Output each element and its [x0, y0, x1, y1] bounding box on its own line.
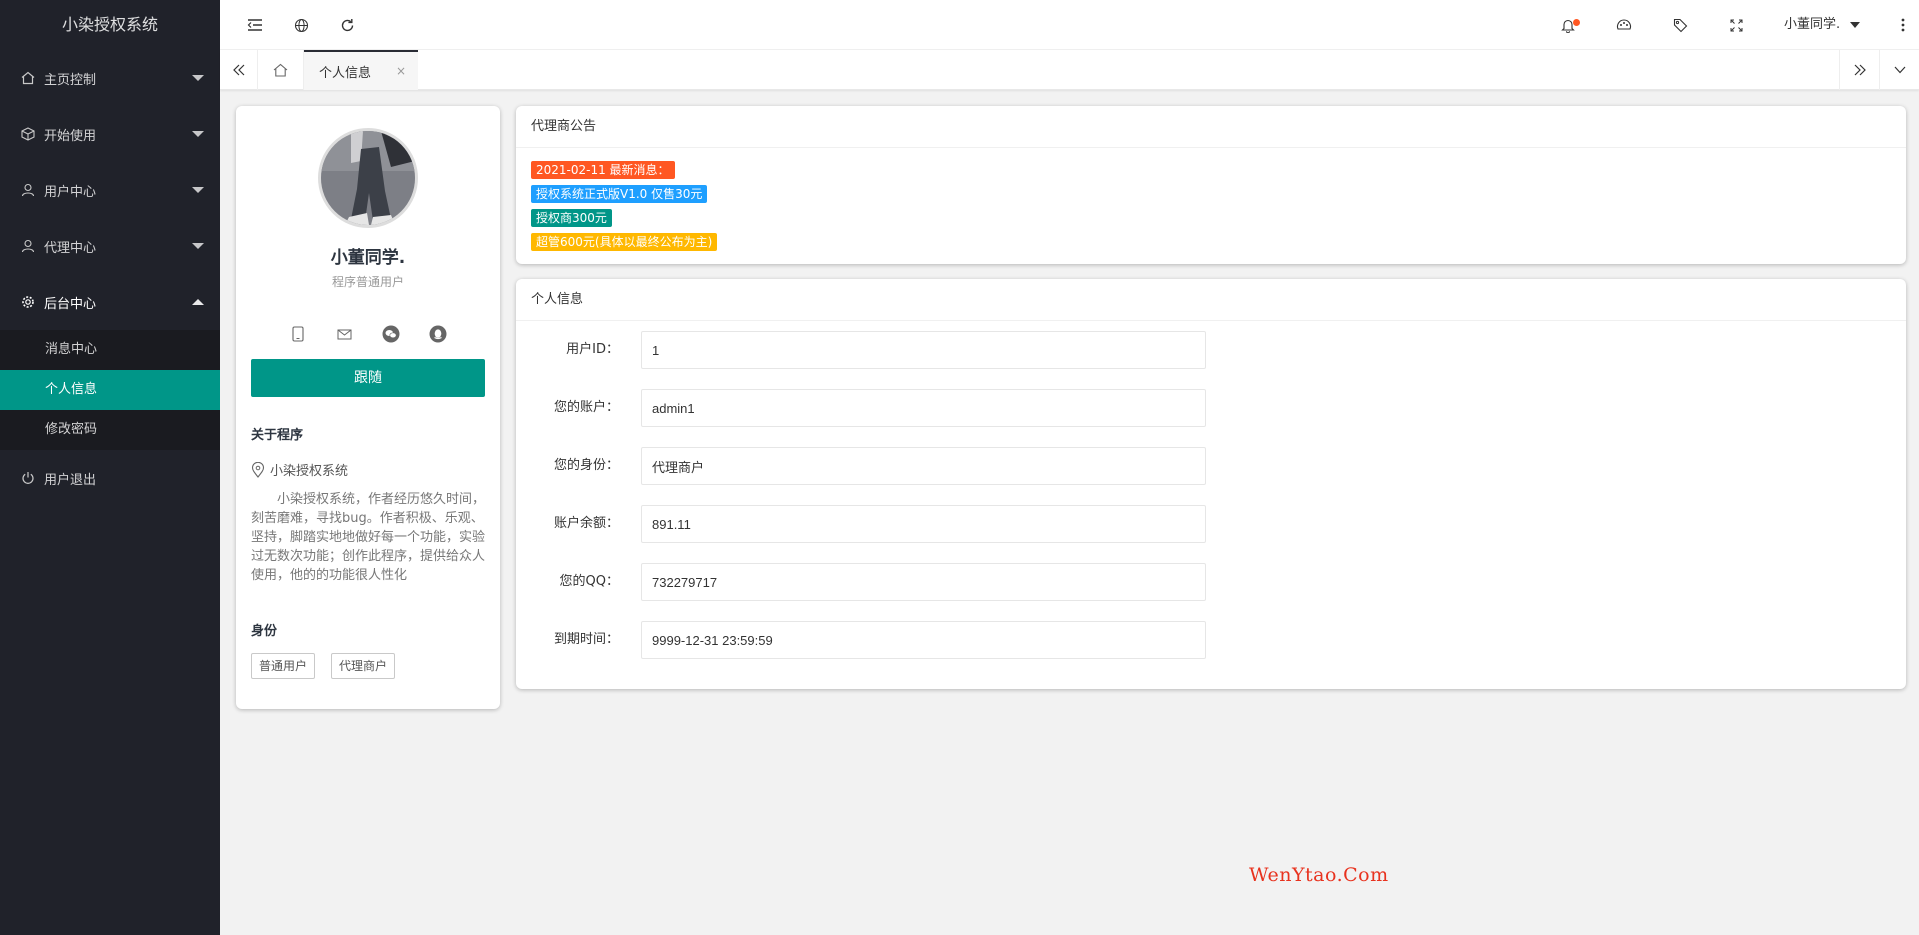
more-icon[interactable] [1887, 0, 1919, 50]
field-label: 您的账户： [553, 400, 619, 415]
tab-label: 个人信息 [319, 65, 372, 81]
sidebar-item-label: 主页控制 [44, 72, 97, 88]
user-id-field[interactable] [641, 331, 1206, 369]
form-row-identity: 您的身份： [516, 447, 1316, 485]
app-logo-title[interactable]: 小染授权系统 [0, 0, 220, 50]
tabs-bar: 个人信息 × [220, 50, 1919, 90]
cube-icon [20, 126, 36, 142]
gear-icon [20, 294, 36, 310]
sidebar-item-agent-center[interactable]: 代理中心 [0, 218, 220, 274]
profile-card: 小董同学. 程序普通用户 跟随 关于程序 小染授权系统 小染授权系统，作者经历悠… [236, 106, 500, 709]
personal-info-card: 个人信息 用户ID： 您的账户： 您的身份： 账户余额： 您的QQ： 到期时间： [516, 279, 1906, 689]
chevron-down-icon [1850, 21, 1861, 28]
sidebar-item-user-center[interactable]: 用户中心 [0, 162, 220, 218]
tablet-icon[interactable] [288, 324, 308, 344]
mail-icon[interactable] [334, 324, 354, 344]
tabs-scroll-right-icon[interactable] [1839, 50, 1879, 90]
sidebar-item-label: 用户退出 [44, 472, 97, 488]
user-name-label: 小董同学. [1784, 17, 1841, 32]
chevron-down-icon [192, 243, 204, 249]
identity-tag: 普通用户 [251, 653, 316, 679]
field-label: 您的QQ： [559, 574, 619, 589]
sidebar-subitem-change-password[interactable]: 修改密码 [0, 410, 220, 450]
location-text: 小染授权系统 [270, 464, 349, 479]
tag-icon[interactable] [1657, 0, 1703, 50]
form-row-expiry: 到期时间： [516, 621, 1316, 659]
sidebar-item-label: 后台中心 [44, 296, 97, 312]
balance-field[interactable] [641, 505, 1206, 543]
chevron-down-icon [192, 75, 204, 81]
avatar [318, 128, 418, 228]
sidebar: 小染授权系统 主页控制 开始使用 用户中心 代理中心 后台中心 消息中心 个人信… [0, 0, 220, 935]
home-icon [20, 70, 36, 86]
sidebar-submenu: 消息中心 个人信息 修改密码 [0, 330, 220, 450]
sidebar-item-admin-center[interactable]: 后台中心 [0, 274, 220, 330]
form-row-user-id: 用户ID： [516, 331, 1316, 369]
user-icon [20, 238, 36, 254]
form-row-account: 您的账户： [516, 389, 1316, 427]
program-description: 小染授权系统，作者经历悠久时间，刻苦磨难，寻找bug。作者积极、乐观、坚持，脚踏… [251, 492, 486, 583]
chevron-up-icon [192, 299, 204, 305]
sidebar-subitem-message-center[interactable]: 消息中心 [0, 330, 220, 370]
fullscreen-icon[interactable] [1713, 0, 1759, 50]
location-icon [251, 461, 265, 478]
form-row-qq: 您的QQ： [516, 563, 1316, 601]
qq-icon[interactable] [428, 324, 448, 344]
notice-badge: 授权系统正式版V1.0 仅售30元 [531, 185, 708, 203]
power-icon [20, 470, 36, 486]
profile-name: 小董同学. [330, 248, 406, 268]
location-row: 小染授权系统 [251, 460, 348, 479]
notification-dot [1573, 19, 1580, 26]
agent-notice-card: 代理商公告 2021-02-11 最新消息： 授权系统正式版V1.0 仅售30元… [516, 106, 1906, 264]
identity-heading: 身份 [251, 624, 278, 639]
field-label: 账户余额： [553, 516, 619, 531]
chevron-down-icon [192, 131, 204, 137]
refresh-icon[interactable] [324, 0, 370, 50]
card-title: 个人信息 [516, 279, 1906, 321]
identity-field[interactable] [641, 447, 1206, 485]
tab-home[interactable] [258, 50, 304, 90]
profile-role: 程序普通用户 [331, 275, 404, 289]
form-row-balance: 账户余额： [516, 505, 1316, 543]
notice-badge: 2021-02-11 最新消息： [531, 161, 675, 179]
field-label: 用户ID： [566, 342, 619, 357]
tabs-dropdown-icon[interactable] [1879, 50, 1919, 90]
sidebar-item-label: 用户中心 [44, 184, 97, 200]
chevron-down-icon [192, 187, 204, 193]
user-icon [20, 182, 36, 198]
expiry-field[interactable] [641, 621, 1206, 659]
bell-icon[interactable] [1545, 0, 1591, 50]
top-header: 小董同学. [220, 0, 1919, 50]
sidebar-item-getting-started[interactable]: 开始使用 [0, 106, 220, 162]
card-title: 代理商公告 [516, 106, 1906, 148]
tab-personal-info[interactable]: 个人信息 × [304, 50, 418, 90]
sidebar-item-logout[interactable]: 用户退出 [0, 450, 220, 506]
close-icon[interactable]: × [396, 64, 406, 78]
wechat-icon[interactable] [381, 324, 401, 344]
field-label: 您的身份： [553, 458, 619, 473]
tabs-scroll-left-icon[interactable] [220, 50, 258, 90]
sidebar-item-home-control[interactable]: 主页控制 [0, 50, 220, 106]
home-icon [273, 63, 288, 77]
identity-tag: 代理商户 [331, 653, 396, 679]
theme-icon[interactable] [1601, 0, 1647, 50]
field-label: 到期时间： [553, 632, 619, 647]
about-program-heading: 关于程序 [251, 428, 304, 443]
globe-icon[interactable] [278, 0, 324, 50]
qq-field[interactable] [641, 563, 1206, 601]
user-menu[interactable]: 小董同学. [1784, 0, 1861, 50]
sidebar-item-label: 代理中心 [44, 240, 97, 256]
account-field[interactable] [641, 389, 1206, 427]
sidebar-item-label: 开始使用 [44, 128, 97, 144]
notice-badge: 授权商300元 [531, 209, 612, 227]
watermark-text: WenYtao.Com [1249, 864, 1389, 886]
profile-contact-icons [236, 324, 500, 344]
menu-toggle-icon[interactable] [232, 0, 278, 50]
notice-badge: 超管600元(具体以最终公布为主) [531, 233, 718, 251]
follow-button[interactable]: 跟随 [251, 359, 485, 397]
sidebar-subitem-personal-info[interactable]: 个人信息 [0, 370, 220, 410]
